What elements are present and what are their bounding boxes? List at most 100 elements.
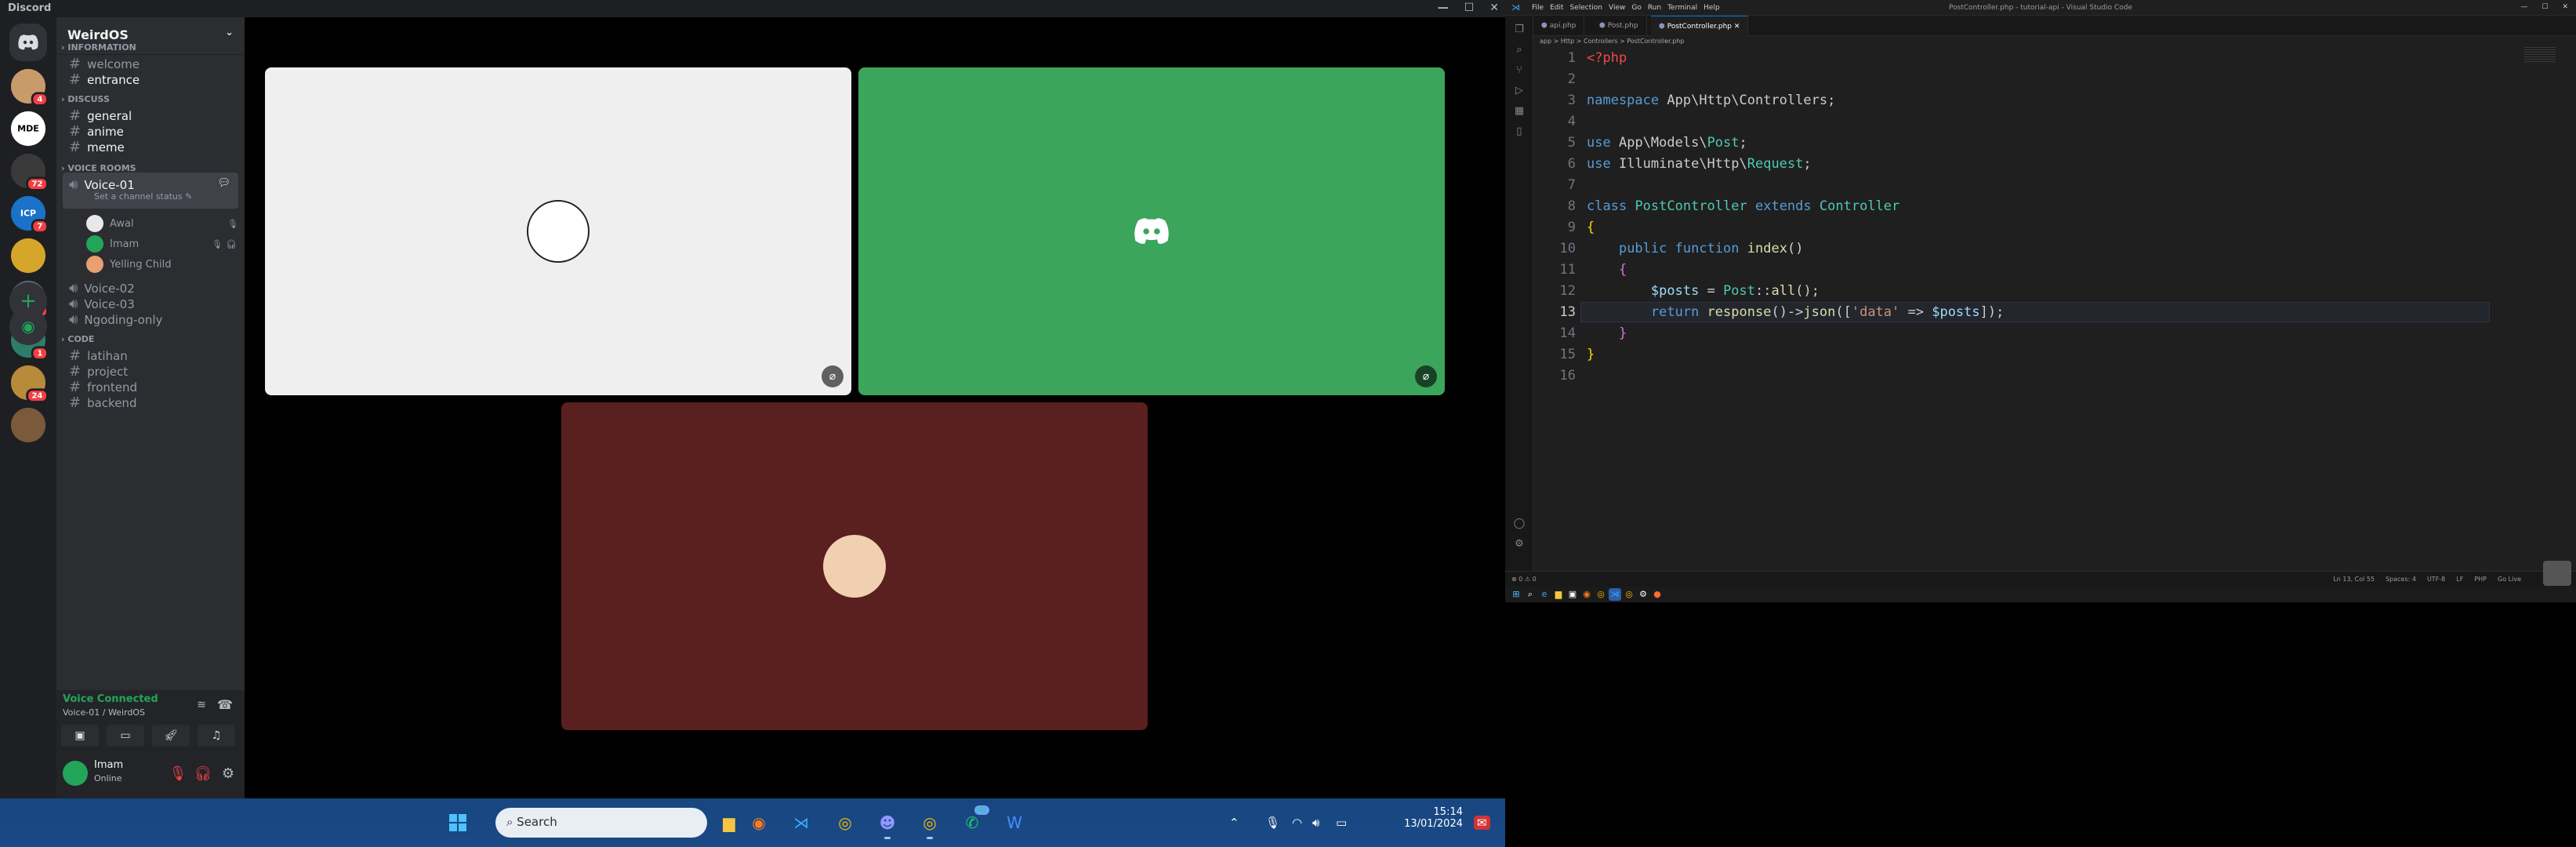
chrome-icon[interactable]: ◎ bbox=[1595, 588, 1607, 601]
taskbar-search-input[interactable]: ⌕ Search bbox=[495, 808, 707, 838]
file-explorer-icon[interactable]: ▆ bbox=[1552, 588, 1565, 601]
tab-postcontroller-php[interactable]: ⬢ PostController.php ✕ bbox=[1651, 16, 1749, 36]
firefox-icon[interactable]: ◉ bbox=[745, 809, 773, 837]
code-editor[interactable]: 1 <?php 2 3 namespace App\Http\Controllers… bbox=[1533, 47, 2552, 571]
battery-icon[interactable]: ▭ bbox=[1336, 816, 1347, 830]
problems-indicator[interactable]: ⊗ 0 ⚠ 0 bbox=[1511, 576, 1537, 583]
bookmark-icon[interactable]: ▯ bbox=[1512, 125, 1526, 140]
mention-badge: 24 bbox=[25, 388, 49, 403]
discord-logo-icon bbox=[1120, 200, 1183, 263]
voice-user-imam[interactable]: Imam 🎙︎ 🎧︎ bbox=[86, 234, 237, 254]
windows-start-icon[interactable]: ⊞ bbox=[1510, 588, 1522, 601]
soundboard-button[interactable]: ♫ bbox=[198, 725, 235, 747]
voice-location[interactable]: Voice-01 / WeirdOS bbox=[63, 707, 145, 718]
maximize-icon[interactable]: ☐ bbox=[1464, 2, 1475, 14]
status-item[interactable]: PHP bbox=[2474, 576, 2487, 583]
windows-start-icon[interactable] bbox=[444, 809, 472, 837]
server-icon[interactable] bbox=[10, 238, 46, 274]
source-control-icon[interactable]: ⑂ bbox=[1512, 64, 1526, 78]
discord-icon[interactable]: ☻ bbox=[873, 809, 902, 839]
account-icon[interactable]: ◯ bbox=[1512, 518, 1526, 532]
server-icon[interactable]: 72 bbox=[10, 153, 49, 191]
minimap[interactable] bbox=[2524, 47, 2556, 63]
chrome-profile-icon[interactable]: ◎ bbox=[916, 809, 944, 839]
avatar bbox=[86, 215, 103, 232]
tab-api-php[interactable]: ⬢ api.php bbox=[1533, 16, 1585, 36]
taskbar-clock[interactable]: 15:14 13/01/2024 bbox=[1400, 806, 1463, 830]
camera-off-button[interactable]: ▣ bbox=[61, 725, 99, 747]
app-icon[interactable]: ● bbox=[1651, 588, 1664, 601]
firefox-icon[interactable]: ◉ bbox=[1580, 588, 1593, 601]
vscode-titlebar: ⋊ File Edit Selection View Go Run Terminal Help… bbox=[1505, 0, 2576, 16]
search-icon[interactable]: ⌕ bbox=[1512, 44, 1526, 58]
status-item[interactable]: UTF-8 bbox=[2427, 576, 2445, 583]
avatar bbox=[86, 235, 103, 253]
search-icon[interactable]: ⌕ bbox=[1524, 588, 1537, 601]
deafened-icon[interactable]: 🎧︎ bbox=[191, 762, 215, 786]
status-item[interactable]: Go Live bbox=[2498, 576, 2521, 583]
channel-ngoding-only[interactable]: 🔊︎ Ngoding-only bbox=[63, 307, 238, 331]
notification-icon[interactable]: ✉ bbox=[1474, 816, 1490, 830]
speaker-icon: 🔊︎ bbox=[69, 311, 78, 328]
status-item[interactable]: Ln 13, Col 55 bbox=[2333, 576, 2375, 583]
app-title: Discord bbox=[8, 2, 52, 14]
breadcrumb[interactable]: app > Http > Controllers > PostControlle… bbox=[1540, 38, 1684, 45]
video-tile-yelling-child[interactable] bbox=[561, 402, 1148, 730]
gear-icon[interactable]: ⚙ bbox=[216, 762, 240, 786]
microphone-icon[interactable]: 🎙︎ bbox=[1265, 816, 1280, 830]
channel-voice-01[interactable]: 🔊︎ Voice-01 💬︎ Set a channel status ✎ bbox=[63, 173, 238, 209]
run-debug-icon[interactable]: ▷ bbox=[1512, 85, 1526, 99]
chevron-up-icon[interactable]: ⌃ bbox=[1229, 816, 1239, 830]
muted-mic-icon[interactable]: 🎙︎ bbox=[166, 762, 190, 786]
settings-icon[interactable]: ⚙ bbox=[1637, 588, 1649, 601]
voice-user-yelling-child[interactable]: Yelling Child bbox=[86, 254, 171, 274]
activity-bar: ❐ ⌕ ⑂ ▷ ▦ ▯ ◯ ⚙ bbox=[1505, 16, 1533, 571]
store-icon[interactable]: ▣ bbox=[1566, 588, 1579, 601]
extensions-icon[interactable]: ▦ bbox=[1512, 105, 1526, 119]
wifi-icon[interactable]: ◠ bbox=[1292, 816, 1302, 830]
server-icon[interactable]: 4 bbox=[10, 68, 49, 107]
gear-icon[interactable]: ⚙ bbox=[1512, 538, 1526, 552]
muted-mic-icon: 🎙︎ bbox=[212, 238, 223, 249]
video-tile-awal[interactable]: ⌀ bbox=[265, 67, 851, 395]
explorer-icon[interactable]: ❐ bbox=[1512, 24, 1526, 38]
video-tile-imam[interactable]: ⌀ bbox=[858, 67, 1445, 395]
minimize-icon[interactable]: — bbox=[2520, 3, 2527, 11]
server-icon[interactable] bbox=[10, 407, 46, 443]
avatar[interactable] bbox=[63, 761, 88, 786]
activity-button[interactable]: 🚀︎ bbox=[152, 725, 190, 747]
chrome-icon[interactable]: ◎ bbox=[831, 809, 859, 837]
channel-meme[interactable]: # meme bbox=[63, 135, 238, 158]
edge-icon[interactable]: e bbox=[1538, 588, 1551, 601]
vscode-icon[interactable]: ⋊ bbox=[787, 809, 815, 837]
close-icon[interactable]: ✕ bbox=[2562, 3, 2568, 11]
channel-entrance[interactable]: # entrance bbox=[63, 67, 238, 91]
server-icon[interactable]: ICP 7 bbox=[10, 195, 49, 234]
vscode-icon[interactable]: ⋊ bbox=[1609, 588, 1621, 601]
chrome-profile-icon[interactable]: ◎ bbox=[1623, 588, 1635, 601]
set-channel-status[interactable]: Set a channel status ✎ bbox=[94, 191, 192, 202]
server-icon[interactable]: MDE bbox=[10, 111, 46, 147]
tab-post-php[interactable]: ⬢ Post.php bbox=[1591, 16, 1647, 36]
secondary-taskbar: ⊞ ⌕ e ▆ ▣ ◉ ◎ ⋊ ◎ ⚙ ● bbox=[1505, 587, 2576, 602]
chat-bubble-icon[interactable]: 💬︎ bbox=[217, 177, 230, 189]
status-item[interactable]: LF bbox=[2456, 576, 2463, 583]
word-icon[interactable]: W bbox=[1000, 809, 1029, 837]
hash-icon: # bbox=[69, 139, 82, 155]
minimize-icon[interactable]: — bbox=[1438, 2, 1449, 14]
voice-user-awal[interactable]: Awal 🎙︎ bbox=[86, 213, 238, 234]
whatsapp-icon[interactable]: ✆ 46 bbox=[958, 805, 989, 837]
vscode-window: ⋊ File Edit Selection View Go Run Terminal Help… bbox=[1505, 0, 2576, 602]
file-explorer-icon[interactable]: ▆ bbox=[715, 809, 743, 837]
disconnect-icon[interactable]: ☎ bbox=[213, 693, 237, 717]
maximize-icon[interactable]: ☐ bbox=[2542, 3, 2548, 11]
explore-servers-icon[interactable]: ◉ bbox=[9, 307, 47, 345]
noise-suppression-icon[interactable]: ≋ bbox=[190, 693, 213, 717]
status-item[interactable]: Spaces: 4 bbox=[2386, 576, 2416, 583]
channel-backend[interactable]: # backend bbox=[63, 391, 238, 414]
discord-home-icon[interactable] bbox=[9, 24, 47, 61]
volume-icon[interactable]: 🔊︎ bbox=[1312, 816, 1319, 830]
screen-share-button[interactable]: ▭ bbox=[107, 725, 144, 747]
close-icon[interactable]: ✕ bbox=[1489, 2, 1499, 14]
server-icon[interactable]: 24 bbox=[10, 365, 49, 403]
